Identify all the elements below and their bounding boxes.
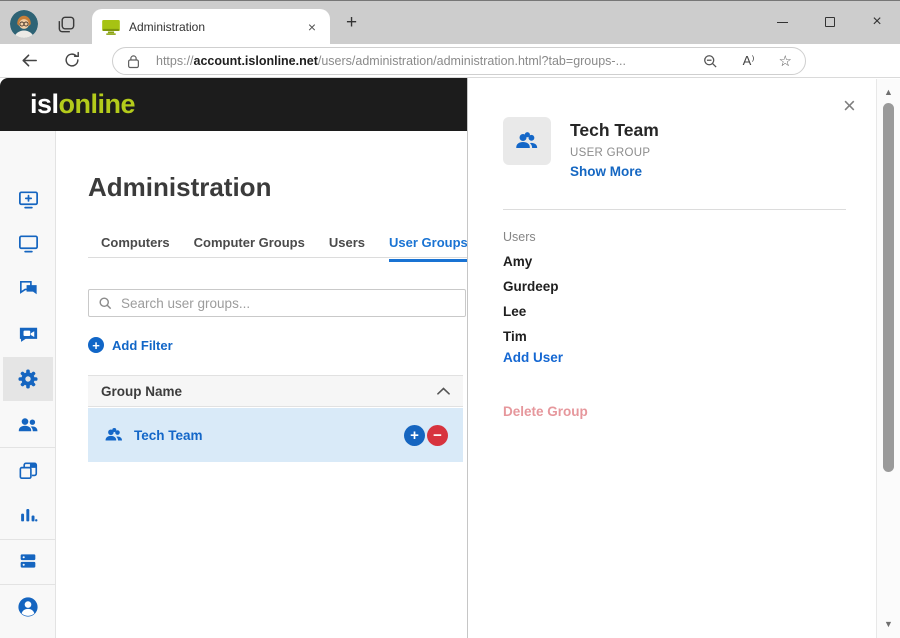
url-path: /users/administration/administration.htm… — [317, 54, 626, 68]
people-icon — [18, 418, 38, 432]
sidebar-item-reports[interactable] — [0, 493, 56, 537]
search-user-groups-box — [88, 289, 466, 317]
sidebar-item-sessions-history[interactable] — [0, 448, 56, 492]
sidebar-item-computers[interactable] — [0, 221, 56, 265]
panel-group-type: USER GROUP — [570, 147, 651, 159]
zoom-out-icon[interactable] — [702, 53, 719, 70]
users-section-label: Users — [503, 230, 536, 244]
panel-divider — [503, 209, 846, 210]
maximize-icon — [825, 17, 835, 27]
user-list-item[interactable]: Gurdeep — [503, 279, 559, 294]
user-group-icon — [105, 428, 122, 441]
group-row-name[interactable]: Tech Team — [134, 428, 203, 443]
tab-favicon-icon — [102, 19, 120, 35]
url-prefix: https:// — [156, 54, 194, 68]
browser-titlebar: Administration × + × — [0, 0, 900, 45]
add-filter-label: Add Filter — [112, 337, 173, 353]
url-text: https://account.islonline.net/users/admi… — [156, 54, 692, 68]
islonline-logo[interactable]: islonline — [30, 89, 136, 120]
url-domain: account.islonline.net — [193, 54, 318, 68]
search-icon — [99, 296, 112, 309]
chevron-up-icon[interactable] — [437, 387, 450, 395]
add-user-link[interactable]: Add User — [503, 350, 563, 365]
panel-group-title: Tech Team — [570, 120, 659, 140]
server-icon — [20, 554, 36, 568]
gear-icon — [18, 369, 38, 389]
user-list-item[interactable]: Amy — [503, 254, 532, 269]
layers-icon — [19, 461, 37, 479]
group-name-column-header: Group Name — [101, 383, 183, 399]
lock-icon — [128, 54, 139, 68]
window-minimize-button[interactable] — [759, 1, 805, 43]
page-title: Administration — [88, 172, 272, 202]
address-bar[interactable]: https://account.islonline.net/users/admi… — [112, 47, 806, 75]
row-remove-group-button[interactable]: − — [427, 424, 448, 446]
sidebar-divider — [0, 447, 56, 448]
panel-group-avatar — [503, 117, 551, 165]
sidebar-item-licenses[interactable] — [0, 539, 56, 583]
back-button[interactable] — [20, 51, 39, 75]
app-header: islonline — [0, 78, 467, 131]
delete-group-link[interactable]: Delete Group — [503, 404, 588, 419]
side-nav — [0, 131, 56, 638]
sidebar-item-video-chat[interactable] — [0, 312, 56, 356]
search-input[interactable] — [121, 295, 421, 311]
close-icon: × — [872, 13, 882, 30]
sidebar-item-chat[interactable] — [0, 266, 56, 310]
new-tab-button[interactable]: + — [346, 12, 357, 34]
logo-online: online — [58, 89, 136, 119]
show-more-link[interactable]: Show More — [570, 164, 642, 179]
sidebar-item-users[interactable] — [0, 403, 56, 447]
refresh-button[interactable] — [63, 51, 81, 74]
logo-isl: isl — [30, 89, 59, 119]
sidebar-item-join-session[interactable] — [0, 177, 56, 221]
workspaces-icon[interactable] — [56, 14, 77, 40]
video-chat-icon — [19, 327, 37, 342]
chat-icon — [19, 280, 37, 294]
row-actions: + − — [404, 424, 448, 446]
scroll-down-icon[interactable]: ▼ — [877, 619, 900, 629]
tab-close-icon[interactable]: × — [304, 19, 320, 35]
browser-navbar: https://account.islonline.net/users/admi… — [0, 44, 900, 112]
account-icon — [18, 597, 38, 617]
scrollbar-thumb[interactable] — [883, 103, 894, 472]
favorite-star-icon[interactable]: ☆ — [779, 52, 792, 70]
monitor-icon — [18, 234, 38, 253]
table-row-tech-team[interactable]: Tech Team + − — [88, 408, 463, 462]
panel-close-icon[interactable]: × — [843, 95, 856, 117]
sidebar-item-settings[interactable] — [3, 357, 53, 401]
group-table-header[interactable]: Group Name — [88, 375, 463, 407]
sidebar-item-account[interactable] — [0, 585, 56, 629]
read-aloud-icon[interactable]: A⁾ — [743, 53, 755, 69]
minimize-icon — [776, 21, 788, 23]
bar-chart-icon — [21, 509, 38, 522]
browser-window: Administration × + × https://account.isl… — [0, 0, 900, 638]
user-group-icon — [516, 132, 538, 148]
window-close-button[interactable]: × — [854, 1, 900, 43]
browser-tab-administration[interactable]: Administration × — [92, 9, 330, 45]
tab-title: Administration — [129, 20, 206, 34]
profile-avatar[interactable] — [10, 10, 38, 38]
user-list-item[interactable]: Lee — [503, 304, 526, 319]
window-maximize-button[interactable] — [807, 1, 853, 43]
sidebar-divider — [0, 539, 56, 540]
monitor-plus-icon — [18, 190, 38, 209]
scroll-up-icon[interactable]: ▲ — [877, 87, 900, 97]
tabs-divider — [88, 257, 467, 258]
avatar-image — [10, 10, 38, 38]
add-filter-button[interactable]: + Add Filter — [88, 337, 173, 353]
user-list-item[interactable]: Tim — [503, 329, 527, 344]
address-bar-icons: A⁾ ☆ — [702, 52, 792, 70]
sidebar-divider — [0, 584, 56, 585]
panel-scrollbar[interactable]: ▲ ▼ — [876, 79, 900, 638]
plus-circle-icon: + — [88, 337, 104, 353]
row-add-user-button[interactable]: + — [404, 424, 425, 446]
